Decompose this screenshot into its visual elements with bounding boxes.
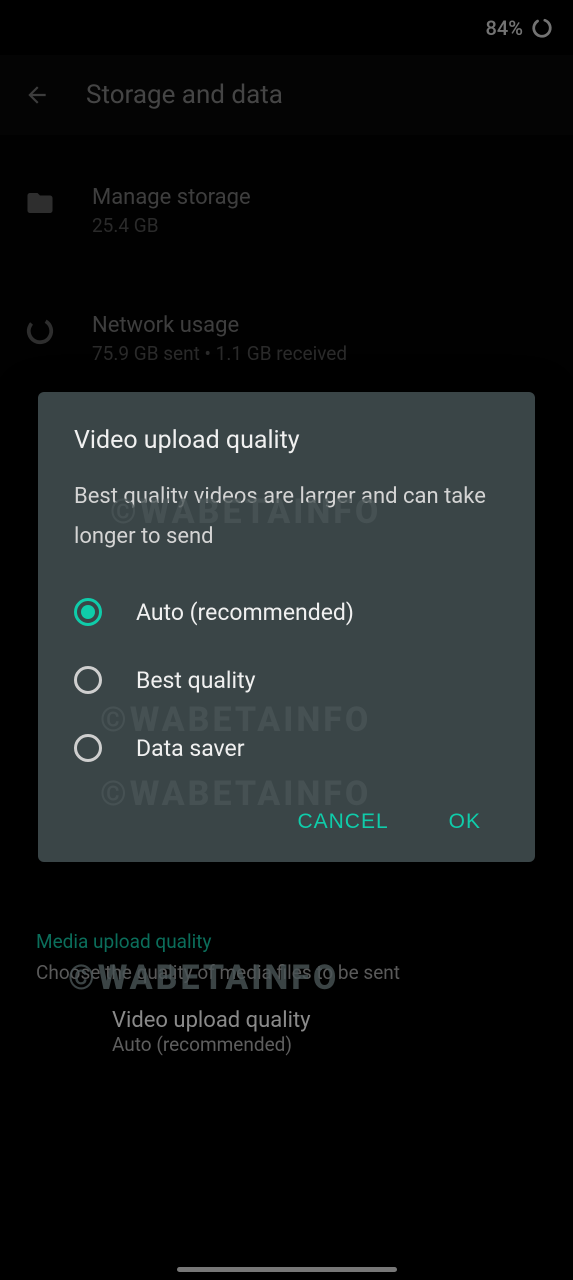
radio-option-saver[interactable]: Data saver: [74, 734, 499, 762]
radio-option-auto[interactable]: Auto (recommended): [74, 598, 499, 626]
radio-icon: [74, 598, 102, 626]
section-heading: Media upload quality: [36, 930, 537, 953]
setting-title: Video upload quality: [112, 1008, 537, 1033]
ok-button[interactable]: OK: [445, 802, 485, 842]
radio-label: Best quality: [136, 667, 255, 694]
nav-handle[interactable]: [177, 1267, 397, 1272]
system-navbar: [0, 1258, 573, 1280]
radio-icon: [74, 666, 102, 694]
section-sub: Choose the quality of media files to be …: [36, 961, 537, 984]
radio-option-best[interactable]: Best quality: [74, 666, 499, 694]
dialog-title: Video upload quality: [74, 426, 499, 455]
dialog-actions: CANCEL OK: [74, 802, 499, 842]
radio-label: Data saver: [136, 735, 245, 762]
setting-video-upload-quality[interactable]: Video upload quality Auto (recommended): [36, 984, 537, 1056]
dialog-description: Best quality videos are larger and can t…: [74, 477, 499, 556]
media-quality-section: Media upload quality Choose the quality …: [0, 930, 573, 1086]
video-quality-dialog: Video upload quality Best quality videos…: [38, 392, 535, 862]
cancel-button[interactable]: CANCEL: [293, 802, 392, 842]
radio-icon: [74, 734, 102, 762]
radio-label: Auto (recommended): [136, 599, 354, 626]
setting-sub: Auto (recommended): [112, 1033, 537, 1056]
